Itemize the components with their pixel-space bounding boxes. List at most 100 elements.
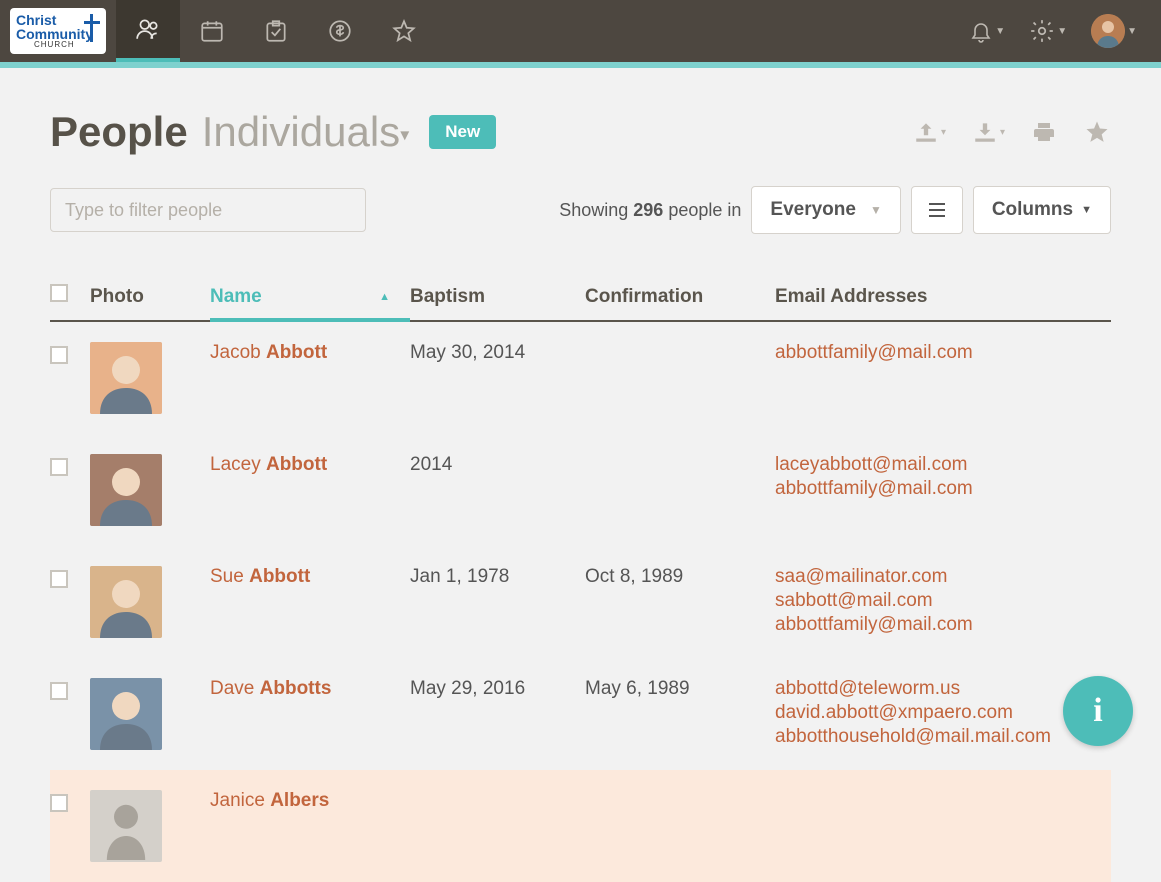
row-checkbox[interactable] [50, 346, 68, 364]
sort-asc-icon: ▲ [379, 291, 390, 303]
download-button[interactable]: ▾ [972, 118, 1005, 146]
gear-icon [1029, 18, 1055, 44]
email-link[interactable]: abbotthousehold@mail.mail.com [775, 726, 1111, 748]
person-name[interactable]: Dave Abbotts [210, 678, 410, 700]
confirmation-date: May 6, 1989 [585, 678, 775, 700]
chevron-down-icon: ▼ [1127, 26, 1137, 37]
person-name[interactable]: Janice Albers [210, 790, 410, 812]
brand-logo[interactable]: Christ Community CHURCH [10, 8, 106, 54]
chevron-down-icon: ▼ [995, 26, 1005, 37]
print-button[interactable] [1031, 118, 1057, 146]
showing-count: 296 [633, 200, 663, 220]
col-name[interactable]: Name ▲ [210, 286, 410, 322]
nav-people[interactable] [116, 0, 180, 62]
logo-line1: Christ [16, 13, 56, 27]
row-checkbox[interactable] [50, 458, 68, 476]
email-link[interactable]: saa@mailinator.com [775, 566, 1111, 588]
person-photo[interactable] [90, 678, 162, 750]
email-link[interactable]: sabbott@mail.com [775, 590, 1111, 612]
chevron-down-icon: ▾ [941, 127, 946, 138]
group-select[interactable]: Everyone ▼ [751, 186, 900, 234]
col-confirmation[interactable]: Confirmation [585, 286, 775, 310]
nav-tasks[interactable] [244, 0, 308, 62]
upload-icon [913, 121, 939, 143]
table-body: Jacob AbbottMay 30, 2014abbottfamily@mai… [50, 322, 1111, 882]
favorite-button[interactable] [1083, 118, 1111, 146]
email-link[interactable]: david.abbott@xmpaero.com [775, 702, 1111, 724]
chevron-down-icon: ▼ [870, 203, 882, 217]
settings-button[interactable]: ▼ [1029, 18, 1067, 44]
showing-suffix: people in [663, 200, 741, 220]
new-button[interactable]: New [429, 115, 496, 149]
table-header: Photo Name ▲ Baptism Confirmation Email … [50, 284, 1111, 322]
confirmation-date: Oct 8, 1989 [585, 566, 775, 588]
email-link[interactable]: abbottfamily@mail.com [775, 614, 1111, 636]
row-checkbox[interactable] [50, 682, 68, 700]
filter-input[interactable] [50, 188, 366, 232]
bell-icon [969, 19, 993, 43]
star-icon [391, 18, 417, 44]
topbar-right: ▼ ▼ ▼ [969, 0, 1161, 62]
upload-button[interactable]: ▾ [913, 118, 946, 146]
list-options-button[interactable] [911, 186, 963, 234]
table-row[interactable]: Janice Albers [50, 770, 1111, 882]
row-checkbox[interactable] [50, 794, 68, 812]
email-list: saa@mailinator.comsabbott@mail.comabbott… [775, 566, 1111, 636]
nav-items [116, 0, 436, 62]
print-icon [1031, 120, 1057, 144]
nav-calendar[interactable] [180, 0, 244, 62]
person-photo[interactable] [90, 566, 162, 638]
page-title: People [50, 108, 188, 156]
nav-favorites[interactable] [372, 0, 436, 62]
email-list: abbottd@teleworm.usdavid.abbott@xmpaero.… [775, 678, 1111, 748]
email-list: laceyabbott@mail.comabbottfamily@mail.co… [775, 454, 1111, 500]
columns-button[interactable]: Columns ▼ [973, 186, 1111, 234]
person-name[interactable]: Jacob Abbott [210, 342, 410, 364]
clipboard-check-icon [263, 18, 289, 44]
row-checkbox[interactable] [50, 570, 68, 588]
select-all-checkbox[interactable] [50, 284, 68, 302]
logo-line3: CHURCH [34, 41, 75, 49]
cross-icon [84, 14, 100, 42]
avatar [1091, 14, 1125, 48]
user-menu[interactable]: ▼ [1091, 14, 1137, 48]
email-link[interactable]: laceyabbott@mail.com [775, 454, 1111, 476]
col-email[interactable]: Email Addresses [775, 286, 1111, 310]
chevron-down-icon: ▼ [1057, 26, 1067, 37]
table-row[interactable]: Dave AbbottsMay 29, 2016May 6, 1989abbot… [50, 658, 1111, 770]
col-name-label: Name [210, 286, 262, 308]
table-row[interactable]: Sue AbbottJan 1, 1978Oct 8, 1989saa@mail… [50, 546, 1111, 658]
table-row[interactable]: Lacey Abbott2014 laceyabbott@mail.comabbo… [50, 434, 1111, 546]
chevron-down-icon: ▾ [400, 124, 409, 144]
email-link[interactable]: abbottfamily@mail.com [775, 342, 1111, 364]
baptism-date: May 29, 2016 [410, 678, 585, 700]
col-photo[interactable]: Photo [90, 286, 210, 310]
col-baptism[interactable]: Baptism [410, 286, 585, 310]
person-name[interactable]: Lacey Abbott [210, 454, 410, 476]
baptism-date: 2014 [410, 454, 585, 476]
top-nav: Christ Community CHURCH [0, 0, 1161, 62]
person-photo[interactable] [90, 454, 162, 526]
person-photo[interactable] [90, 342, 162, 414]
person-name[interactable]: Sue Abbott [210, 566, 410, 588]
baptism-date: Jan 1, 1978 [410, 566, 585, 588]
email-link[interactable]: abbottd@teleworm.us [775, 678, 1111, 700]
notifications-button[interactable]: ▼ [969, 19, 1005, 43]
email-link[interactable]: abbottfamily@mail.com [775, 478, 1111, 500]
people-icon [135, 16, 161, 42]
nav-giving[interactable] [308, 0, 372, 62]
group-select-label: Everyone [770, 199, 856, 221]
star-icon [1083, 118, 1111, 146]
header-actions: ▾ ▾ [913, 118, 1111, 146]
help-fab[interactable]: i [1063, 676, 1133, 746]
calendar-icon [199, 18, 225, 44]
menu-icon [927, 201, 947, 219]
showing-prefix: Showing [559, 200, 633, 220]
table-row[interactable]: Jacob AbbottMay 30, 2014abbottfamily@mai… [50, 322, 1111, 434]
download-icon [972, 121, 998, 143]
person-photo[interactable] [90, 790, 162, 862]
columns-button-label: Columns [992, 199, 1073, 221]
page-subtitle-dropdown[interactable]: Individuals▾ [202, 108, 410, 156]
page-header: People Individuals▾ New ▾ ▾ [50, 108, 1111, 156]
page-subtitle-label: Individuals [202, 108, 400, 155]
